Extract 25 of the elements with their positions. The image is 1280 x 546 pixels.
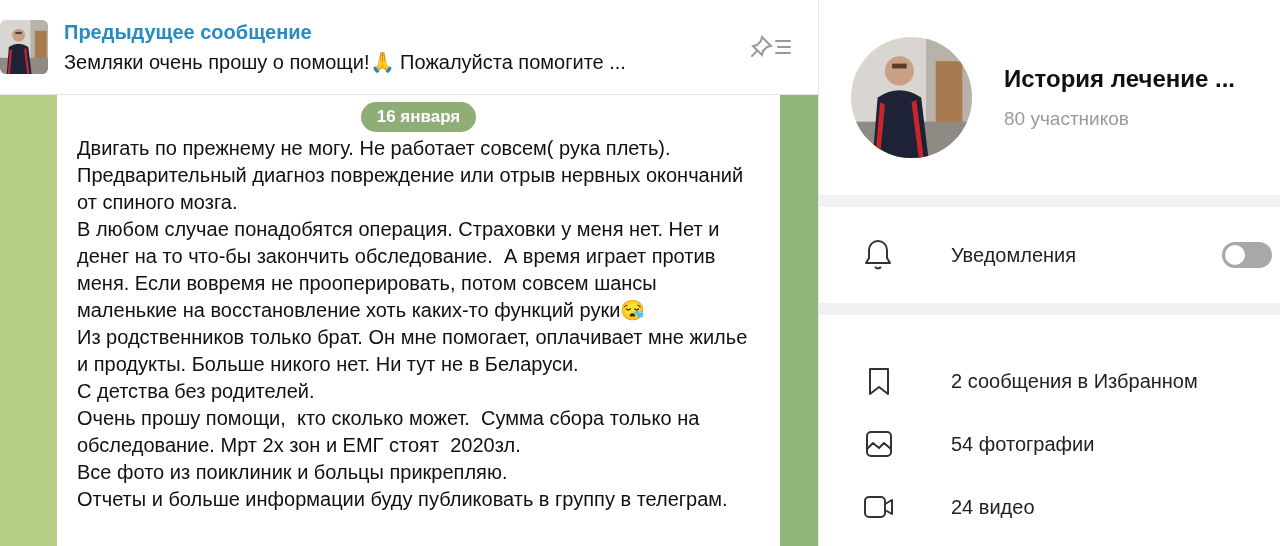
message-paragraph: В любом случае понадобятся операция. Страховки у меня нет. Нет и денег на то что-бы закончить обследование. А время играет против меня. Если вовремя не прооперировать, потом совсем шансы маленькие на восстановление хоть каких-то функций руки😪 xyxy=(77,216,721,323)
pinned-title: Предыдущее сообщение xyxy=(64,20,313,45)
pinned-list-button[interactable] xyxy=(748,34,794,60)
bell-icon xyxy=(863,238,893,272)
media-label: 2 сообщения в Избранном xyxy=(951,368,1198,394)
date-badge: 16 января xyxy=(360,102,477,132)
message-paragraph: С детства без родителей. xyxy=(77,378,316,404)
notifications-toggle[interactable] xyxy=(1222,242,1272,268)
message-paragraph: Предварительный диагноз повреждение или отрыв нервных окончаний от спиного мозга. xyxy=(77,162,745,215)
notifications-label: Уведомления xyxy=(951,243,1078,268)
media-row[interactable]: 24 видео xyxy=(819,475,1280,538)
pinned-message-bar[interactable]: Предыдущее сообщение Земляки очень прошу о помощи!🙏 Пожалуйста помогите ... xyxy=(0,0,818,95)
pinned-text: Земляки очень прошу о помощи!🙏 Пожалуйста помогите ... xyxy=(64,50,627,75)
message-paragraph: Отчеты и больше информации буду публиковать в группу в телеграм. xyxy=(77,486,729,512)
group-name: История лечение ... xyxy=(1004,64,1235,95)
member-count: 80 участников xyxy=(1004,107,1130,132)
image-icon xyxy=(864,428,894,459)
message-paragraph: Все фото из поиклиник и больцы прикрепляю. xyxy=(77,459,509,485)
message-paragraph: Двигать по прежнему не могу. Не работает совсем( рука плеть). xyxy=(77,135,672,161)
message-paragraph: Из родственников только брат. Он мне помогает, оплачивает мне жилье и продукты. Больше никого нет. Ни тут не в Беларуси. xyxy=(77,324,749,377)
media-label: 24 видео xyxy=(951,494,1035,520)
media-row[interactable]: 54 фотографии xyxy=(819,412,1280,475)
media-row[interactable]: 2 сообщения в Избранном xyxy=(819,349,1280,412)
media-label: 54 фотографии xyxy=(951,431,1095,457)
message-paragraph: Очень прошу помощи, кто сколько может. Сумма сбора только на обследование. Мрт 2х зон и ЕМГ стоят 2020зл. xyxy=(77,405,701,458)
